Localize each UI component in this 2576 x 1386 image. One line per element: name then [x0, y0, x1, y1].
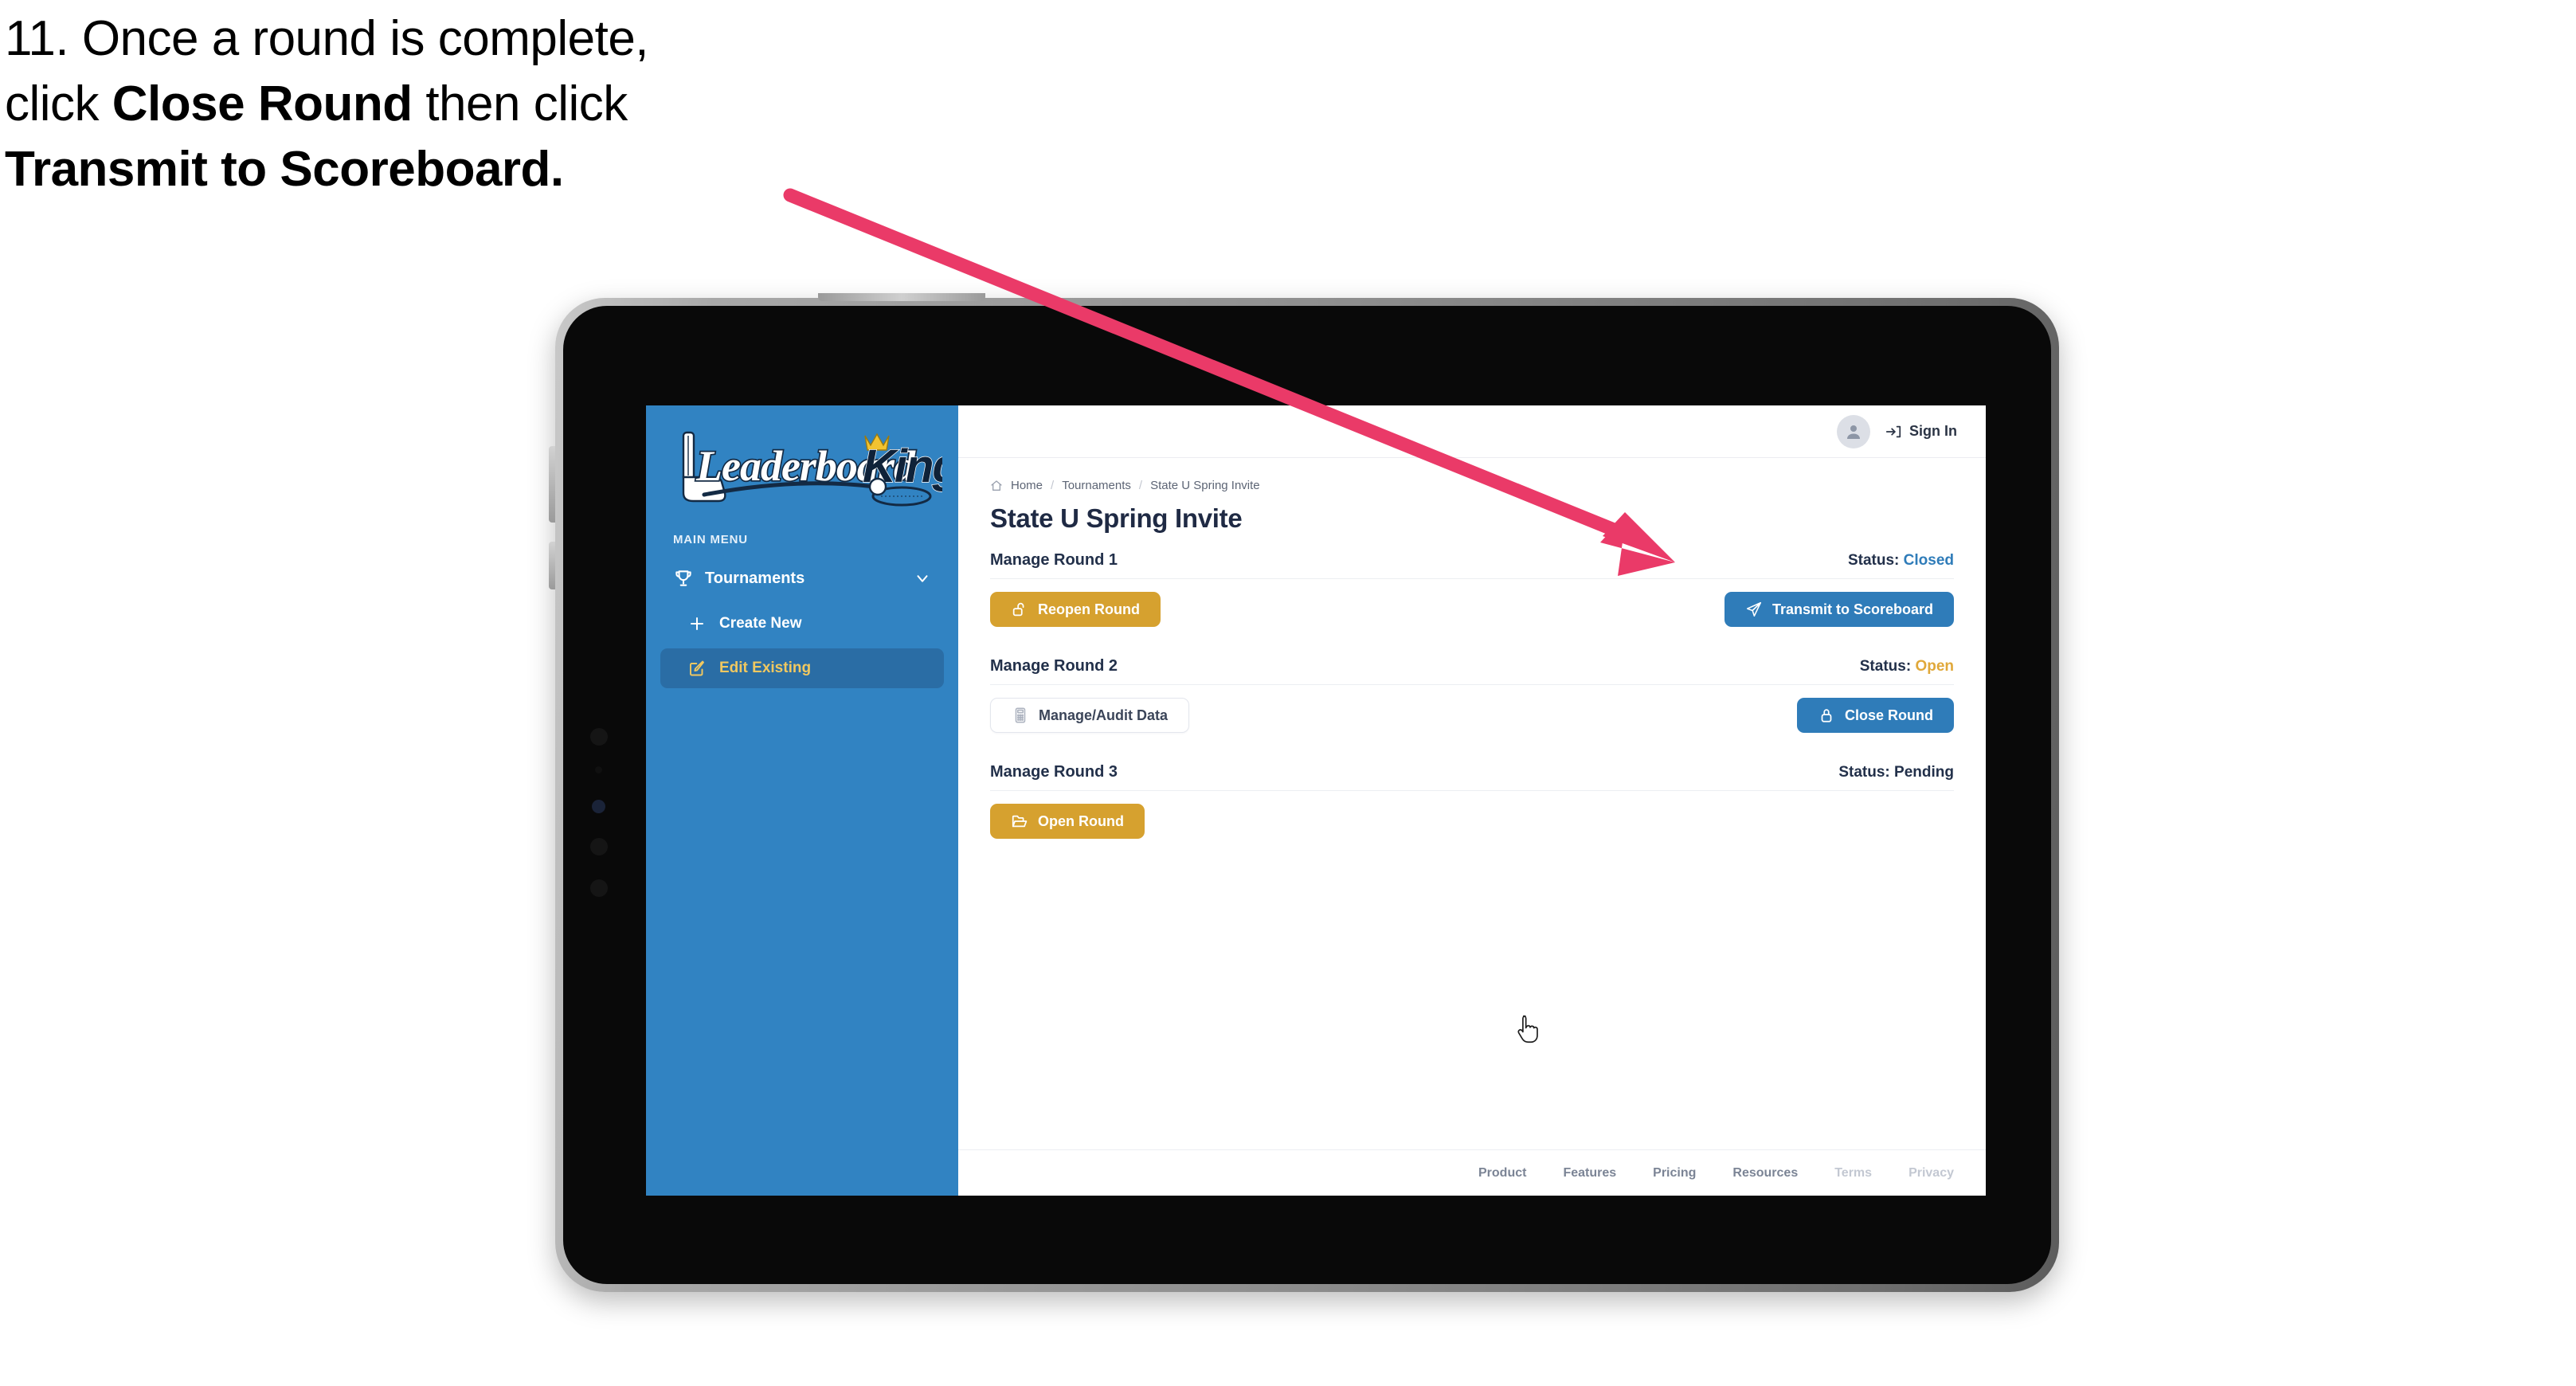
- breadcrumb-item-current: State U Spring Invite: [1150, 479, 1260, 492]
- tablet-top-notch: [818, 293, 985, 301]
- round-2-name: Manage Round 2: [990, 657, 1118, 675]
- footer-nav: Product Features Pricing Resources Terms…: [958, 1149, 1986, 1196]
- home-icon[interactable]: [990, 480, 1003, 492]
- lock-icon: [1818, 707, 1835, 724]
- paper-plane-icon: [1745, 601, 1763, 618]
- round-1-header: Manage Round 1 Status: Closed: [990, 551, 1954, 579]
- manage-audit-data-button[interactable]: Manage/Audit Data: [990, 698, 1190, 733]
- sidebar-item-tournaments-label: Tournaments: [705, 569, 805, 587]
- bezel-camera-dot: [592, 800, 605, 813]
- round-2-status-label: Status:: [1859, 658, 1912, 675]
- sidebar-section-label: MAIN MENU: [673, 533, 748, 546]
- open-round-label: Open Round: [1038, 812, 1124, 829]
- tablet-bezel: Leaderboard King: [563, 306, 2051, 1284]
- footer-link-privacy[interactable]: Privacy: [1909, 1166, 1954, 1180]
- instruction-line-2-post: then click: [412, 76, 628, 131]
- page-title: State U Spring Invite: [990, 503, 1243, 533]
- tablet-volume-button[interactable]: [549, 446, 555, 523]
- open-round-button[interactable]: Open Round: [990, 804, 1145, 839]
- breadcrumb: Home / Tournaments / State U Spring Invi…: [990, 479, 1954, 492]
- sidebar-item-create-new[interactable]: Create New: [660, 604, 944, 644]
- breadcrumb-item-tournaments[interactable]: Tournaments: [1062, 479, 1131, 492]
- sidebar-item-edit-existing-label: Edit Existing: [719, 660, 812, 676]
- sign-in-button[interactable]: Sign In: [1885, 423, 1957, 440]
- round-block-1: Manage Round 1 Status: Closed Reopen Rou…: [990, 551, 1954, 627]
- instruction-line-2-pre: click: [5, 76, 112, 131]
- tablet-device: Leaderboard King: [549, 293, 2059, 1292]
- round-1-status-value: Closed: [1903, 552, 1954, 569]
- footer-link-product[interactable]: Product: [1478, 1166, 1526, 1180]
- round-block-3: Manage Round 3 Status: Pending Open Roun…: [990, 763, 1954, 839]
- breadcrumb-separator: /: [1138, 479, 1143, 492]
- round-2-header: Manage Round 2 Status: Open: [990, 657, 1954, 685]
- unlock-icon: [1011, 601, 1028, 618]
- breadcrumb-item-home[interactable]: Home: [1011, 479, 1043, 492]
- instruction-line-3: Transmit to Scoreboard.: [5, 145, 865, 194]
- calculator-icon: [1012, 707, 1029, 724]
- reopen-round-label: Reopen Round: [1038, 601, 1140, 617]
- round-3-name: Manage Round 3: [990, 763, 1118, 781]
- instruction-line-2: click Close Round then click: [5, 80, 865, 129]
- round-3-status-label: Status:: [1838, 764, 1890, 781]
- footer-link-terms[interactable]: Terms: [1834, 1166, 1872, 1180]
- sidebar-item-edit-existing[interactable]: Edit Existing: [660, 648, 944, 688]
- footer-link-pricing[interactable]: Pricing: [1653, 1166, 1696, 1180]
- instruction-caption: 11. Once a round is complete, click Clos…: [5, 14, 865, 210]
- round-3-status-value: Pending: [1894, 764, 1954, 781]
- screenshot-root: 11. Once a round is complete, click Clos…: [0, 0, 2576, 1386]
- round-3-header: Manage Round 3 Status: Pending: [990, 763, 1954, 791]
- close-round-label: Close Round: [1845, 707, 1933, 723]
- bezel-sensor-dot: [595, 766, 602, 773]
- round-1-status-label: Status:: [1847, 552, 1900, 569]
- top-bar: Sign In: [958, 405, 1986, 458]
- sidebar-item-tournaments[interactable]: Tournaments: [660, 558, 944, 599]
- footer-link-resources[interactable]: Resources: [1732, 1166, 1798, 1180]
- tablet-power-button[interactable]: [549, 542, 555, 589]
- transmit-to-scoreboard-label: Transmit to Scoreboard: [1771, 601, 1933, 617]
- footer-link-features[interactable]: Features: [1563, 1166, 1616, 1180]
- bezel-sensor-dot: [590, 879, 608, 897]
- edit-pencil-icon: [687, 659, 707, 678]
- round-2-status-value: Open: [1915, 658, 1954, 675]
- round-3-status: Status: Pending: [1838, 764, 1954, 781]
- round-3-actions: Open Round: [990, 804, 1954, 839]
- reopen-round-button[interactable]: Reopen Round: [990, 592, 1161, 627]
- app-logo[interactable]: Leaderboard King: [667, 428, 942, 511]
- manage-audit-data-label: Manage/Audit Data: [1039, 707, 1169, 723]
- round-1-actions: Reopen Round Transmit to Scoreboard: [990, 592, 1954, 627]
- plus-icon: [687, 614, 707, 633]
- round-2-actions: Manage/Audit Data Close Round: [990, 698, 1954, 733]
- round-1-status: Status: Closed: [1848, 552, 1954, 570]
- instruction-line-1: 11. Once a round is complete,: [5, 11, 649, 66]
- close-round-button[interactable]: Close Round: [1797, 698, 1954, 733]
- sign-in-label: Sign In: [1909, 423, 1957, 439]
- tablet-screen: Leaderboard King: [646, 405, 1986, 1196]
- sidebar: Leaderboard King: [646, 405, 958, 1196]
- round-2-status: Status: Open: [1860, 658, 1954, 675]
- sign-in-arrow-icon: [1885, 423, 1902, 440]
- main-content: Sign In Home / Tournaments / State U Spr…: [958, 405, 1986, 1196]
- transmit-to-scoreboard-button[interactable]: Transmit to Scoreboard: [1724, 592, 1954, 627]
- breadcrumb-separator: /: [1051, 479, 1055, 492]
- user-avatar-icon[interactable]: [1837, 414, 1870, 448]
- chevron-down-icon[interactable]: [914, 570, 931, 587]
- open-folder-icon: [1011, 812, 1028, 830]
- instruction-transmit-emphasis: Transmit to Scoreboard.: [5, 142, 564, 197]
- bezel-sensor-dot: [590, 728, 608, 746]
- instruction-close-round-emphasis: Close Round: [112, 76, 413, 131]
- trophy-icon: [673, 568, 694, 589]
- sidebar-item-create-new-label: Create New: [719, 615, 802, 632]
- round-1-name: Manage Round 1: [990, 551, 1118, 569]
- round-block-2: Manage Round 2 Status: Open Manage/Audit…: [990, 657, 1954, 733]
- bezel-sensor-dot: [590, 838, 608, 855]
- page-body: Home / Tournaments / State U Spring Invi…: [958, 458, 1986, 1149]
